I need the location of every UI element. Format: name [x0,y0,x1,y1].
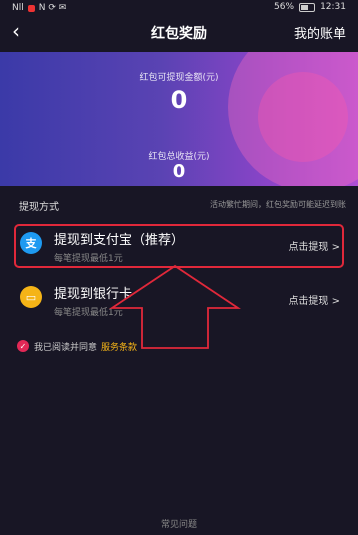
available-amount-value: 0 [170,86,188,114]
highlight-box [14,224,344,268]
withdraw-method-label: 提现方式 [19,202,59,213]
agreement-row: ✓ 我已阅读并同意 服务条款 [17,339,137,353]
terms-link[interactable]: 服务条款 [101,340,137,353]
option-title: 提现到银行卡 [54,287,133,302]
available-amount-label: 红包可提现金额(元) [139,73,219,83]
agreement-text: 我已阅读并同意 [34,342,98,353]
checkmark-icon[interactable]: ✓ [17,340,29,352]
signal-text: Nll [12,3,24,13]
notification-icon [27,4,35,12]
clock: 12:31 [320,2,346,12]
battery-percent: 56% [274,2,295,12]
status-icons: N ⟳ ✉ [38,3,67,13]
faq-link[interactable]: 常见问题 [0,517,358,530]
withdraw-method-header: 提现方式 活动繁忙期间，红包奖励可能延迟到账 [0,196,358,214]
battery-icon [299,2,316,12]
total-earnings-value: 0 [172,161,186,182]
withdraw-bank-button[interactable]: 点击提现 > [288,292,340,307]
bank-card-icon: ▭ [20,286,42,308]
option-subtitle: 每笔提现最低1元 [54,308,123,318]
my-bills-link[interactable]: 我的账单 [294,23,346,42]
status-bar: Nll N ⟳ ✉ 56% 12:31 [0,0,358,16]
delay-notice: 活动繁忙期间，红包奖励可能延迟到账 [210,200,346,209]
withdraw-bank-option[interactable]: ▭ 提现到银行卡 每笔提现最低1元 点击提现 > [14,278,344,324]
balance-card: 红包可提现金额(元) 0 红包总收益(元) 0 [0,52,358,186]
navigation-bar: ‹ 红包奖励 我的账单 [0,17,358,47]
